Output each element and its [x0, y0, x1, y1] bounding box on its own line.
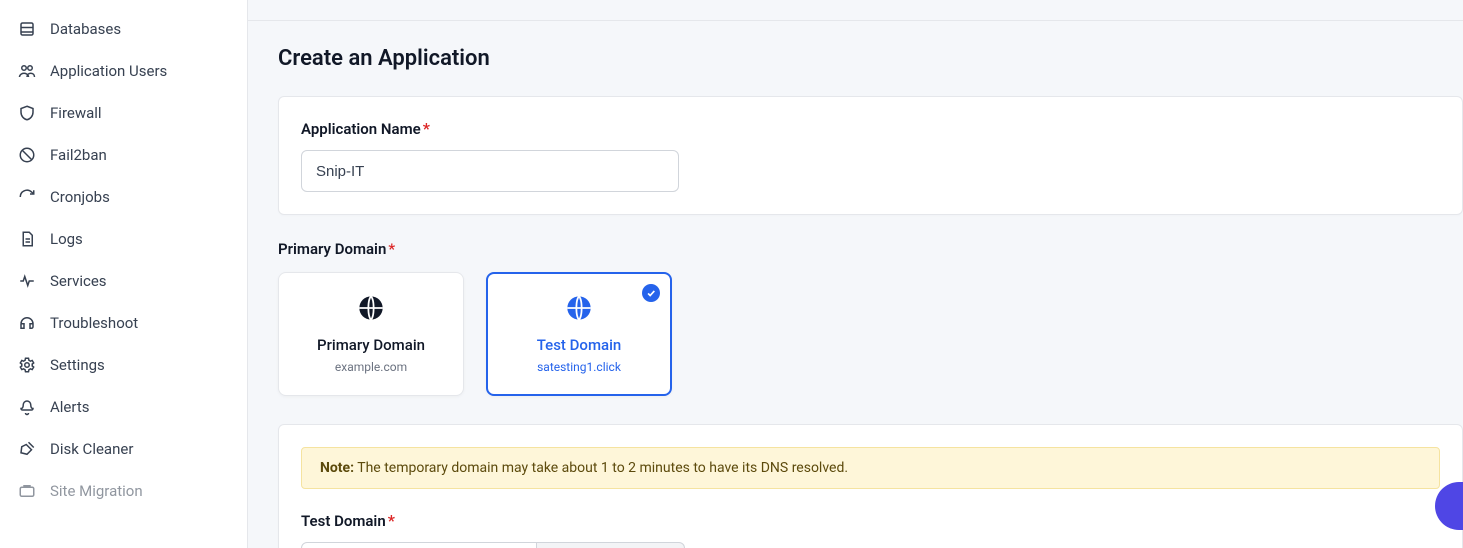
- note-prefix: Note:: [320, 460, 354, 476]
- application-name-input[interactable]: [301, 150, 679, 192]
- primary-domain-section-label: Primary Domain*: [278, 240, 1463, 258]
- check-icon: [642, 284, 660, 302]
- heartbeat-icon: [18, 272, 36, 290]
- sidebar-item-label: Alerts: [50, 398, 90, 416]
- sidebar-item-site-migration[interactable]: Site Migration: [0, 470, 247, 512]
- domain-option-sub: satesting1.click: [537, 360, 621, 374]
- sidebar-item-databases[interactable]: Databases: [0, 8, 247, 50]
- sidebar-item-logs[interactable]: Logs: [0, 218, 247, 260]
- main-content: Create an Application Application Name* …: [248, 0, 1463, 548]
- sidebar-item-fail2ban[interactable]: Fail2ban: [0, 134, 247, 176]
- sidebar-item-label: Cronjobs: [50, 188, 110, 206]
- sidebar-item-firewall[interactable]: Firewall: [0, 92, 247, 134]
- note-banner: Note: The temporary domain may take abou…: [301, 447, 1440, 489]
- sidebar-item-settings[interactable]: Settings: [0, 344, 247, 386]
- sidebar-item-cronjobs[interactable]: Cronjobs: [0, 176, 247, 218]
- refresh-icon: [18, 188, 36, 206]
- sidebar-item-label: Databases: [50, 20, 121, 38]
- sidebar-item-label: Site Migration: [50, 482, 143, 500]
- domain-option-title: Primary Domain: [317, 336, 425, 354]
- sidebar-item-services[interactable]: Services: [0, 260, 247, 302]
- required-mark: *: [388, 511, 395, 530]
- domain-option-primary[interactable]: Primary Domain example.com: [278, 272, 464, 396]
- shield-icon: [18, 104, 36, 122]
- sidebar-item-troubleshoot[interactable]: Troubleshoot: [0, 302, 247, 344]
- test-domain-suffix-select[interactable]: . satesting1.click: [537, 542, 685, 548]
- application-name-card: Application Name*: [278, 96, 1463, 215]
- sidebar-item-label: Settings: [50, 356, 105, 374]
- headset-icon: [18, 314, 36, 332]
- test-domain-label: Test Domain: [301, 512, 386, 530]
- sidebar-item-label: Firewall: [50, 104, 102, 122]
- sidebar-item-label: Fail2ban: [50, 146, 107, 164]
- sidebar-item-label: Application Users: [50, 62, 167, 80]
- domain-options: Primary Domain example.com Test Domain s…: [278, 272, 1463, 396]
- sidebar-item-alerts[interactable]: Alerts: [0, 386, 247, 428]
- sidebar-item-label: Services: [50, 272, 107, 290]
- domain-option-title: Test Domain: [537, 336, 622, 354]
- broom-icon: [18, 440, 36, 458]
- sidebar-item-application-users[interactable]: Application Users: [0, 50, 247, 92]
- top-divider: [248, 20, 1463, 21]
- database-icon: [18, 20, 36, 38]
- bell-icon: [18, 398, 36, 416]
- required-mark: *: [388, 240, 395, 258]
- test-domain-input[interactable]: [301, 542, 537, 548]
- sidebar-item-label: Logs: [50, 230, 83, 248]
- application-name-label: Application Name: [301, 120, 421, 138]
- sidebar: Databases Application Users Firewall Fai…: [0, 0, 248, 548]
- sidebar-item-disk-cleaner[interactable]: Disk Cleaner: [0, 428, 247, 470]
- required-mark: *: [423, 119, 430, 138]
- primary-domain-label-text: Primary Domain: [278, 240, 386, 258]
- sidebar-item-label: Disk Cleaner: [50, 440, 133, 458]
- users-icon: [18, 62, 36, 80]
- domain-option-sub: example.com: [335, 360, 407, 374]
- note-text: The temporary domain may take about 1 to…: [354, 460, 848, 476]
- globe-icon: [565, 294, 593, 322]
- sidebar-item-label: Troubleshoot: [50, 314, 138, 332]
- domain-option-test[interactable]: Test Domain satesting1.click: [486, 272, 672, 396]
- globe-icon: [357, 294, 385, 322]
- ban-icon: [18, 146, 36, 164]
- file-icon: [18, 230, 36, 248]
- page-title: Create an Application: [278, 46, 1463, 71]
- gear-icon: [18, 356, 36, 374]
- test-domain-card: Note: The temporary domain may take abou…: [278, 424, 1463, 548]
- test-domain-input-row: . satesting1.click: [301, 542, 1440, 548]
- migration-icon: [18, 482, 36, 500]
